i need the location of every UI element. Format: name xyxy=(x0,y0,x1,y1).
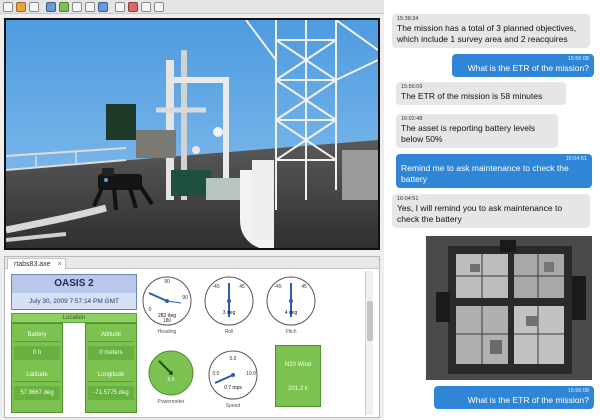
stop-icon[interactable] xyxy=(128,2,138,12)
heading-readout: 282 deg xyxy=(158,313,176,319)
roll-gauge: -45 45 3 deg Roll xyxy=(204,276,254,335)
field-value: 57.9667 deg xyxy=(14,386,60,400)
camera-icon[interactable] xyxy=(72,2,82,12)
message-text: The mission has a total of 3 planned obj… xyxy=(397,23,577,44)
pitch-label: Pitch xyxy=(285,329,296,335)
location-fields-right: Altitude 0 meters Longitude -71.5775 deg xyxy=(85,323,137,413)
wind-line-2: 201.2 k xyxy=(288,386,308,392)
message-text: What is the ETR of the mission? xyxy=(467,63,589,73)
save-icon[interactable] xyxy=(29,2,39,12)
chat-message: 15:56:08 What is the ETR of the mission? xyxy=(452,54,594,77)
robot-control-app: rtabs83.axe × OASIS 2 July 30, 2009 7:57… xyxy=(0,0,384,420)
speed-gauge: 5.0 0.0 10.0 0.7 mps Speed xyxy=(208,350,258,409)
powermeter-gauge: 5.0 Powermeter xyxy=(148,350,194,405)
location-fields-left: Battery 0 h Latitude 57.9667 deg xyxy=(11,323,63,413)
field-value: 0 meters xyxy=(88,346,134,360)
chat-message: 16:04:51 Remind me to ask maintenance to… xyxy=(396,154,592,188)
message-text: Remind me to ask maintenance to check th… xyxy=(401,163,569,184)
message-time: 15:56:08 xyxy=(567,388,589,394)
rotate-icon[interactable] xyxy=(115,2,125,12)
grid-icon[interactable] xyxy=(141,2,151,12)
chat-message: 15:56:09 The ETR of the mission is 58 mi… xyxy=(396,82,566,105)
speed-top-tick: 5.0 xyxy=(230,356,237,362)
mission-name: OASIS 2 xyxy=(12,275,136,293)
pitch-right-tick: 45 xyxy=(301,284,307,290)
chat-message: 15:56:08 What is the ETR of the mission? xyxy=(434,386,594,409)
heading-gauge: 90 90 0 180 282 deg Heading xyxy=(142,276,192,335)
tab-bar: rtabs83.axe × xyxy=(5,257,379,269)
tab-label: rtabs83.axe xyxy=(14,261,51,268)
roll-left-tick: -45 xyxy=(212,284,219,290)
message-time: 16:04:51 xyxy=(397,196,419,202)
roll-right-tick: 45 xyxy=(239,284,245,290)
toolbar xyxy=(0,0,384,14)
speed-label: Speed xyxy=(226,403,241,409)
play-icon[interactable] xyxy=(59,2,69,12)
pitch-readout: 4 deg xyxy=(285,310,298,316)
field-value: -71.5775 deg xyxy=(88,386,134,400)
wind-line-1: N20 Wind xyxy=(284,362,312,368)
message-time: 15:56:08 xyxy=(567,56,589,62)
message-text: The asset is reporting battery levels be… xyxy=(401,123,536,144)
field-label: Longitude xyxy=(88,368,134,382)
message-time: 15:56:09 xyxy=(401,84,423,90)
view-icon[interactable] xyxy=(46,2,56,12)
gauge-cluster: 90 90 0 180 282 deg Heading -45 45 3 deg… xyxy=(142,276,316,409)
roll-readout: 3 deg xyxy=(223,310,236,316)
telemetry-panel: rtabs83.axe × OASIS 2 July 30, 2009 7:57… xyxy=(4,256,380,418)
wind-readout: N20 Wind 201.2 k xyxy=(275,345,321,407)
heading-top-tick: 90 xyxy=(164,279,170,285)
heading-left-tick: 0 xyxy=(149,307,152,313)
pitch-left-tick: -45 xyxy=(274,284,281,290)
chat-message: 16:04:51 Yes, I will remind you to ask m… xyxy=(392,194,590,228)
speed-right-tick: 10.0 xyxy=(246,371,256,377)
message-text: Yes, I will remind you to ask maintenanc… xyxy=(397,203,563,224)
message-time: 16:04:51 xyxy=(565,156,587,162)
powermeter-readout: 5.0 xyxy=(168,377,175,383)
industrial-deck-scene xyxy=(6,20,378,248)
survey-map-image xyxy=(426,236,592,380)
roll-label: Roll xyxy=(225,329,234,335)
field-value: 0 h xyxy=(14,346,60,360)
layers-icon[interactable] xyxy=(154,2,164,12)
speed-readout: 0.7 mps xyxy=(224,385,242,391)
chat-panel: 15:38:34 The mission has a total of 3 pl… xyxy=(386,0,600,420)
heading-right-tick: 90 xyxy=(182,295,188,301)
field-label: Altitude xyxy=(88,328,134,342)
chat-message: 16:02:48 The asset is reporting battery … xyxy=(396,114,558,148)
message-time: 15:38:34 xyxy=(397,16,419,22)
pan-icon[interactable] xyxy=(85,2,95,12)
panel-scrollbar[interactable] xyxy=(365,271,373,415)
mission-header: OASIS 2 July 30, 2009 7:57:14 PM GMT xyxy=(11,274,137,310)
heading-label: Heading xyxy=(158,329,177,335)
message-text: What is the ETR of the mission? xyxy=(467,395,589,405)
chat-message: 15:38:34 The mission has a total of 3 pl… xyxy=(392,14,590,48)
open-icon[interactable] xyxy=(16,2,26,12)
zoom-icon[interactable] xyxy=(98,2,108,12)
pitch-gauge: -45 45 4 deg Pitch xyxy=(266,276,316,335)
3d-viewport[interactable] xyxy=(4,18,380,250)
mission-time: July 30, 2009 7:57:14 PM GMT xyxy=(29,298,119,305)
location-strip: Location xyxy=(11,313,137,323)
field-label: Latitude xyxy=(14,368,60,382)
message-time: 16:02:48 xyxy=(401,116,423,122)
powermeter-label: Powermeter xyxy=(158,399,185,405)
close-icon[interactable]: × xyxy=(58,259,62,270)
field-label: Battery xyxy=(14,328,60,342)
speed-left-tick: 0.0 xyxy=(213,371,220,377)
message-text: The ETR of the mission is 58 minutes xyxy=(401,91,543,101)
scroll-thumb[interactable] xyxy=(367,301,373,341)
home-icon[interactable] xyxy=(3,2,13,12)
survey-map xyxy=(426,236,592,380)
tab-telemetry[interactable]: rtabs83.axe × xyxy=(7,258,66,269)
